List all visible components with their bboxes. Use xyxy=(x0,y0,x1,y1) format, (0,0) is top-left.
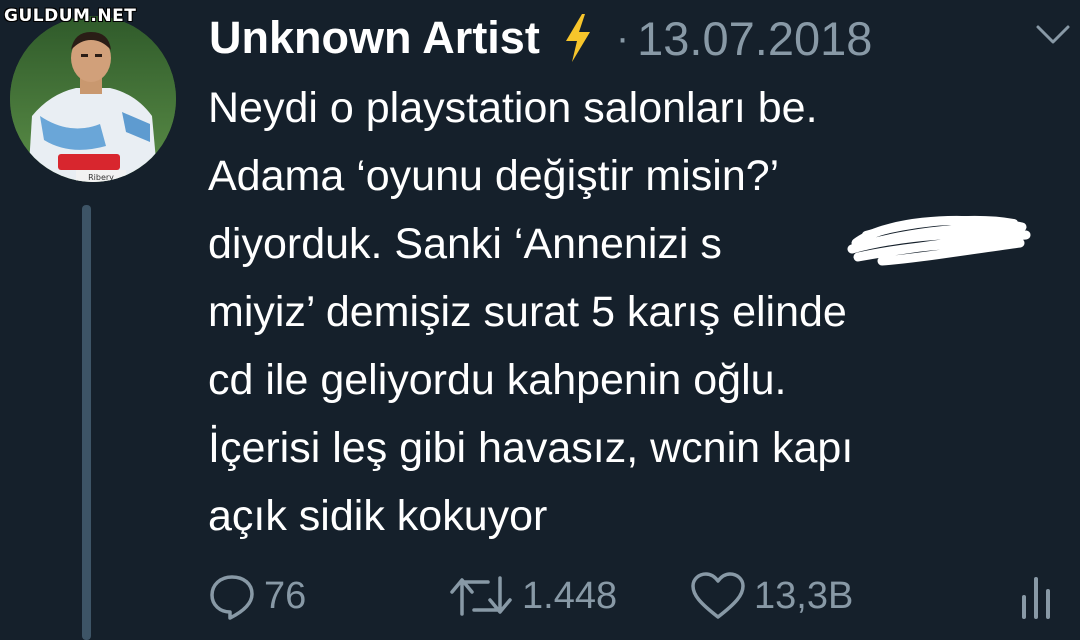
tweet-text: Neydi o playstation salonları be. Adama … xyxy=(208,74,1068,550)
separator-dot: · xyxy=(615,15,630,60)
tweet-text-line: açık sidik kokuyor xyxy=(208,492,548,540)
tweet-date[interactable]: 13.07.2018 xyxy=(637,11,872,66)
retweet-icon xyxy=(450,576,512,616)
tweet-text-line: miyiz’ demişiz surat 5 karış elinde xyxy=(208,288,847,336)
jersey-name: Ribery xyxy=(88,173,114,182)
tweet-text-line: Adama ‘oyunu değiştir misin?’ xyxy=(208,152,780,200)
analytics-icon xyxy=(1022,577,1050,619)
tweet-actions: 76 1.448 13,3B xyxy=(208,566,1070,626)
author-name[interactable]: Unknown Artist xyxy=(209,12,540,64)
retweet-count: 1.448 xyxy=(522,574,618,617)
censor-scribble xyxy=(847,215,1031,266)
tweet-text-line: İçerisi leş gibi havasız, wcnin kapı xyxy=(208,424,854,472)
like-count: 13,3B xyxy=(754,574,854,617)
thread-line xyxy=(82,205,91,640)
avatar[interactable]: Ribery xyxy=(10,16,176,182)
tweet-header: Unknown Artist · 13.07.2018 xyxy=(209,8,1079,68)
lightning-bolt-icon xyxy=(565,14,590,62)
reply-button[interactable]: 76 xyxy=(208,566,306,626)
reply-count: 76 xyxy=(264,574,307,617)
like-button[interactable]: 13,3B xyxy=(690,566,853,626)
tweet-text-line: cd ile geliyordu kahpenin oğlu. xyxy=(208,356,787,404)
reply-icon xyxy=(210,575,254,620)
tweet-text-line: Neydi o playstation salonları be. xyxy=(208,84,818,132)
site-watermark: GULDUM.NET xyxy=(4,6,137,26)
heart-icon xyxy=(691,572,745,619)
retweet-button[interactable]: 1.448 xyxy=(448,566,617,626)
avatar-image: Ribery xyxy=(10,16,176,182)
chevron-down-icon[interactable] xyxy=(1035,24,1071,46)
analytics-button[interactable] xyxy=(1018,566,1058,626)
